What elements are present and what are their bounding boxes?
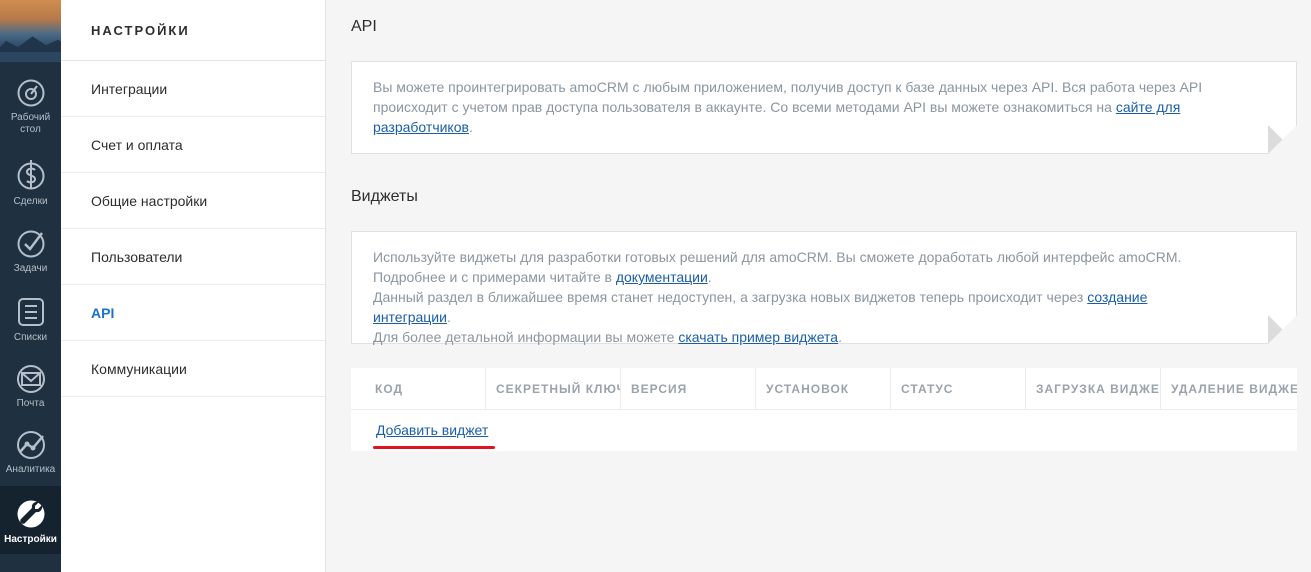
sidebar-title: НАСТРОЙКИ bbox=[61, 0, 325, 61]
mail-icon bbox=[16, 365, 45, 393]
settings-sidebar: НАСТРОЙКИ Интеграции Счет и оплата Общие… bbox=[61, 0, 326, 572]
column-header-version[interactable]: Версия bbox=[621, 368, 756, 409]
nav-item-mail[interactable]: Почта bbox=[0, 364, 61, 416]
nav-label: Аналитика bbox=[5, 464, 56, 475]
column-header-status[interactable]: Статус bbox=[891, 368, 1026, 409]
nav-label: Настройки bbox=[4, 534, 57, 545]
widgets-section-title: Виджеты bbox=[351, 188, 418, 205]
nav-item-analytics[interactable]: Аналитика bbox=[0, 430, 61, 482]
sidebar-item-api[interactable]: API bbox=[61, 285, 325, 341]
add-widget-link[interactable]: Добавить виджет bbox=[376, 422, 488, 438]
nav-label: Списки bbox=[13, 332, 48, 343]
nav-label: Почта bbox=[16, 398, 45, 409]
nav-item-deals[interactable]: Сделки bbox=[0, 158, 61, 214]
sidebar-item-billing[interactable]: Счет и оплата bbox=[61, 117, 325, 173]
sidebar-item-users[interactable]: Пользователи bbox=[61, 229, 325, 285]
dollar-icon bbox=[17, 160, 44, 190]
highlight-underline bbox=[373, 446, 495, 449]
list-icon bbox=[17, 298, 44, 326]
api-info-note: Вы можете проинтегрировать amoCRM с любы… bbox=[351, 61, 1297, 154]
column-header-installs[interactable]: Установок bbox=[756, 368, 891, 409]
widgets-table: Код Секретный ключ Версия Установок Стат… bbox=[351, 368, 1297, 451]
sidebar-item-general[interactable]: Общие настройки bbox=[61, 173, 325, 229]
column-header-code[interactable]: Код bbox=[351, 368, 486, 409]
sidebar-item-communications[interactable]: Коммуникации bbox=[61, 341, 325, 397]
sidebar-item-integrations[interactable]: Интеграции bbox=[61, 61, 325, 117]
widgets-info-note: Используйте виджеты для разработки готов… bbox=[351, 231, 1297, 345]
column-header-secret-key[interactable]: Секретный ключ bbox=[486, 368, 621, 409]
table-header: Код Секретный ключ Версия Установок Стат… bbox=[351, 368, 1297, 410]
account-avatar[interactable] bbox=[0, 0, 61, 62]
check-icon bbox=[17, 230, 44, 258]
nav-item-settings[interactable]: Настройки bbox=[0, 486, 61, 554]
nav-item-dashboard[interactable]: Рабочий стол bbox=[0, 78, 61, 142]
table-row: Добавить виджет bbox=[351, 410, 1297, 451]
nav-label: Сделки bbox=[13, 196, 48, 207]
documentation-link[interactable]: документации bbox=[616, 269, 708, 285]
nav-label: Рабочий стол bbox=[10, 112, 51, 135]
nav-item-lists[interactable]: Списки bbox=[0, 296, 61, 350]
download-widget-example-link[interactable]: скачать пример виджета bbox=[678, 329, 838, 345]
api-info-text: Вы можете проинтегрировать amoCRM с любы… bbox=[373, 79, 1203, 115]
dashboard-icon bbox=[17, 79, 44, 107]
page-fold-decoration bbox=[1268, 315, 1297, 344]
page-fold-decoration bbox=[1268, 125, 1297, 154]
wrench-icon bbox=[17, 500, 44, 528]
analytics-icon bbox=[16, 431, 45, 459]
column-header-delete[interactable]: Удаление виджета bbox=[1161, 368, 1297, 409]
nav-item-tasks[interactable]: Задачи bbox=[0, 229, 61, 281]
api-section-title: API bbox=[351, 18, 377, 35]
main-nav: Рабочий стол Сделки Задачи Списки Почта … bbox=[0, 0, 61, 572]
column-header-upload[interactable]: Загрузка виджета bbox=[1026, 368, 1161, 409]
nav-label: Задачи bbox=[13, 263, 48, 274]
